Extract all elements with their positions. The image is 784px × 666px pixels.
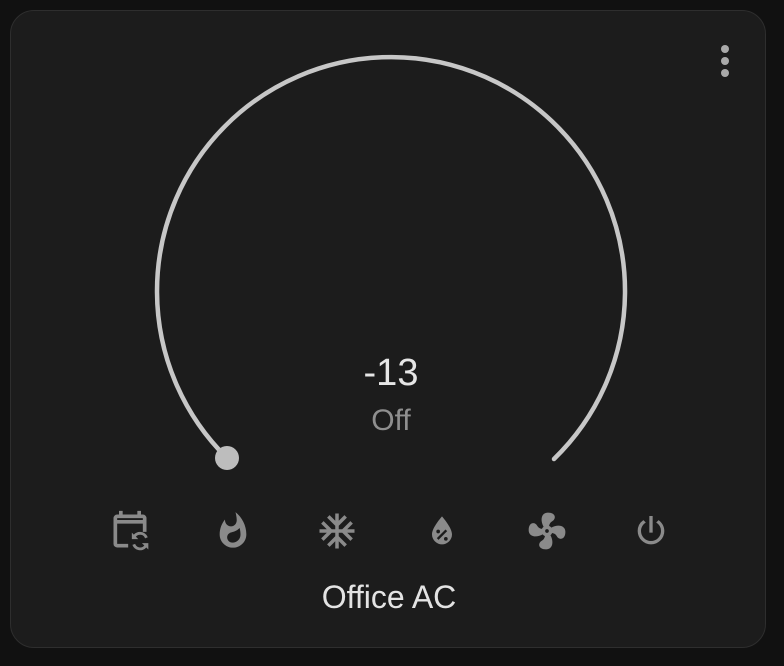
calendar-sync-icon (113, 510, 149, 551)
mode-heat-button[interactable] (208, 506, 258, 556)
mode-dry-button[interactable] (417, 506, 467, 556)
hvac-mode-bar (11, 506, 767, 556)
mode-auto-button[interactable] (105, 506, 155, 556)
power-icon (637, 516, 665, 545)
target-temperature: -13 (363, 352, 419, 394)
dial-handle[interactable] (215, 446, 239, 470)
fan-icon (528, 512, 566, 550)
dial-track[interactable] (154, 54, 628, 462)
hvac-state-label: Off (371, 404, 411, 437)
entity-name: Office AC (321, 579, 457, 615)
mode-fan-button[interactable] (522, 506, 572, 556)
fire-icon (219, 512, 247, 548)
mode-cool-button[interactable] (312, 506, 362, 556)
thermostat-card: -13 Off Office AC (10, 10, 766, 648)
mode-off-button[interactable] (626, 506, 676, 556)
snowflake-icon (319, 513, 355, 549)
water-percent-icon (432, 516, 452, 545)
